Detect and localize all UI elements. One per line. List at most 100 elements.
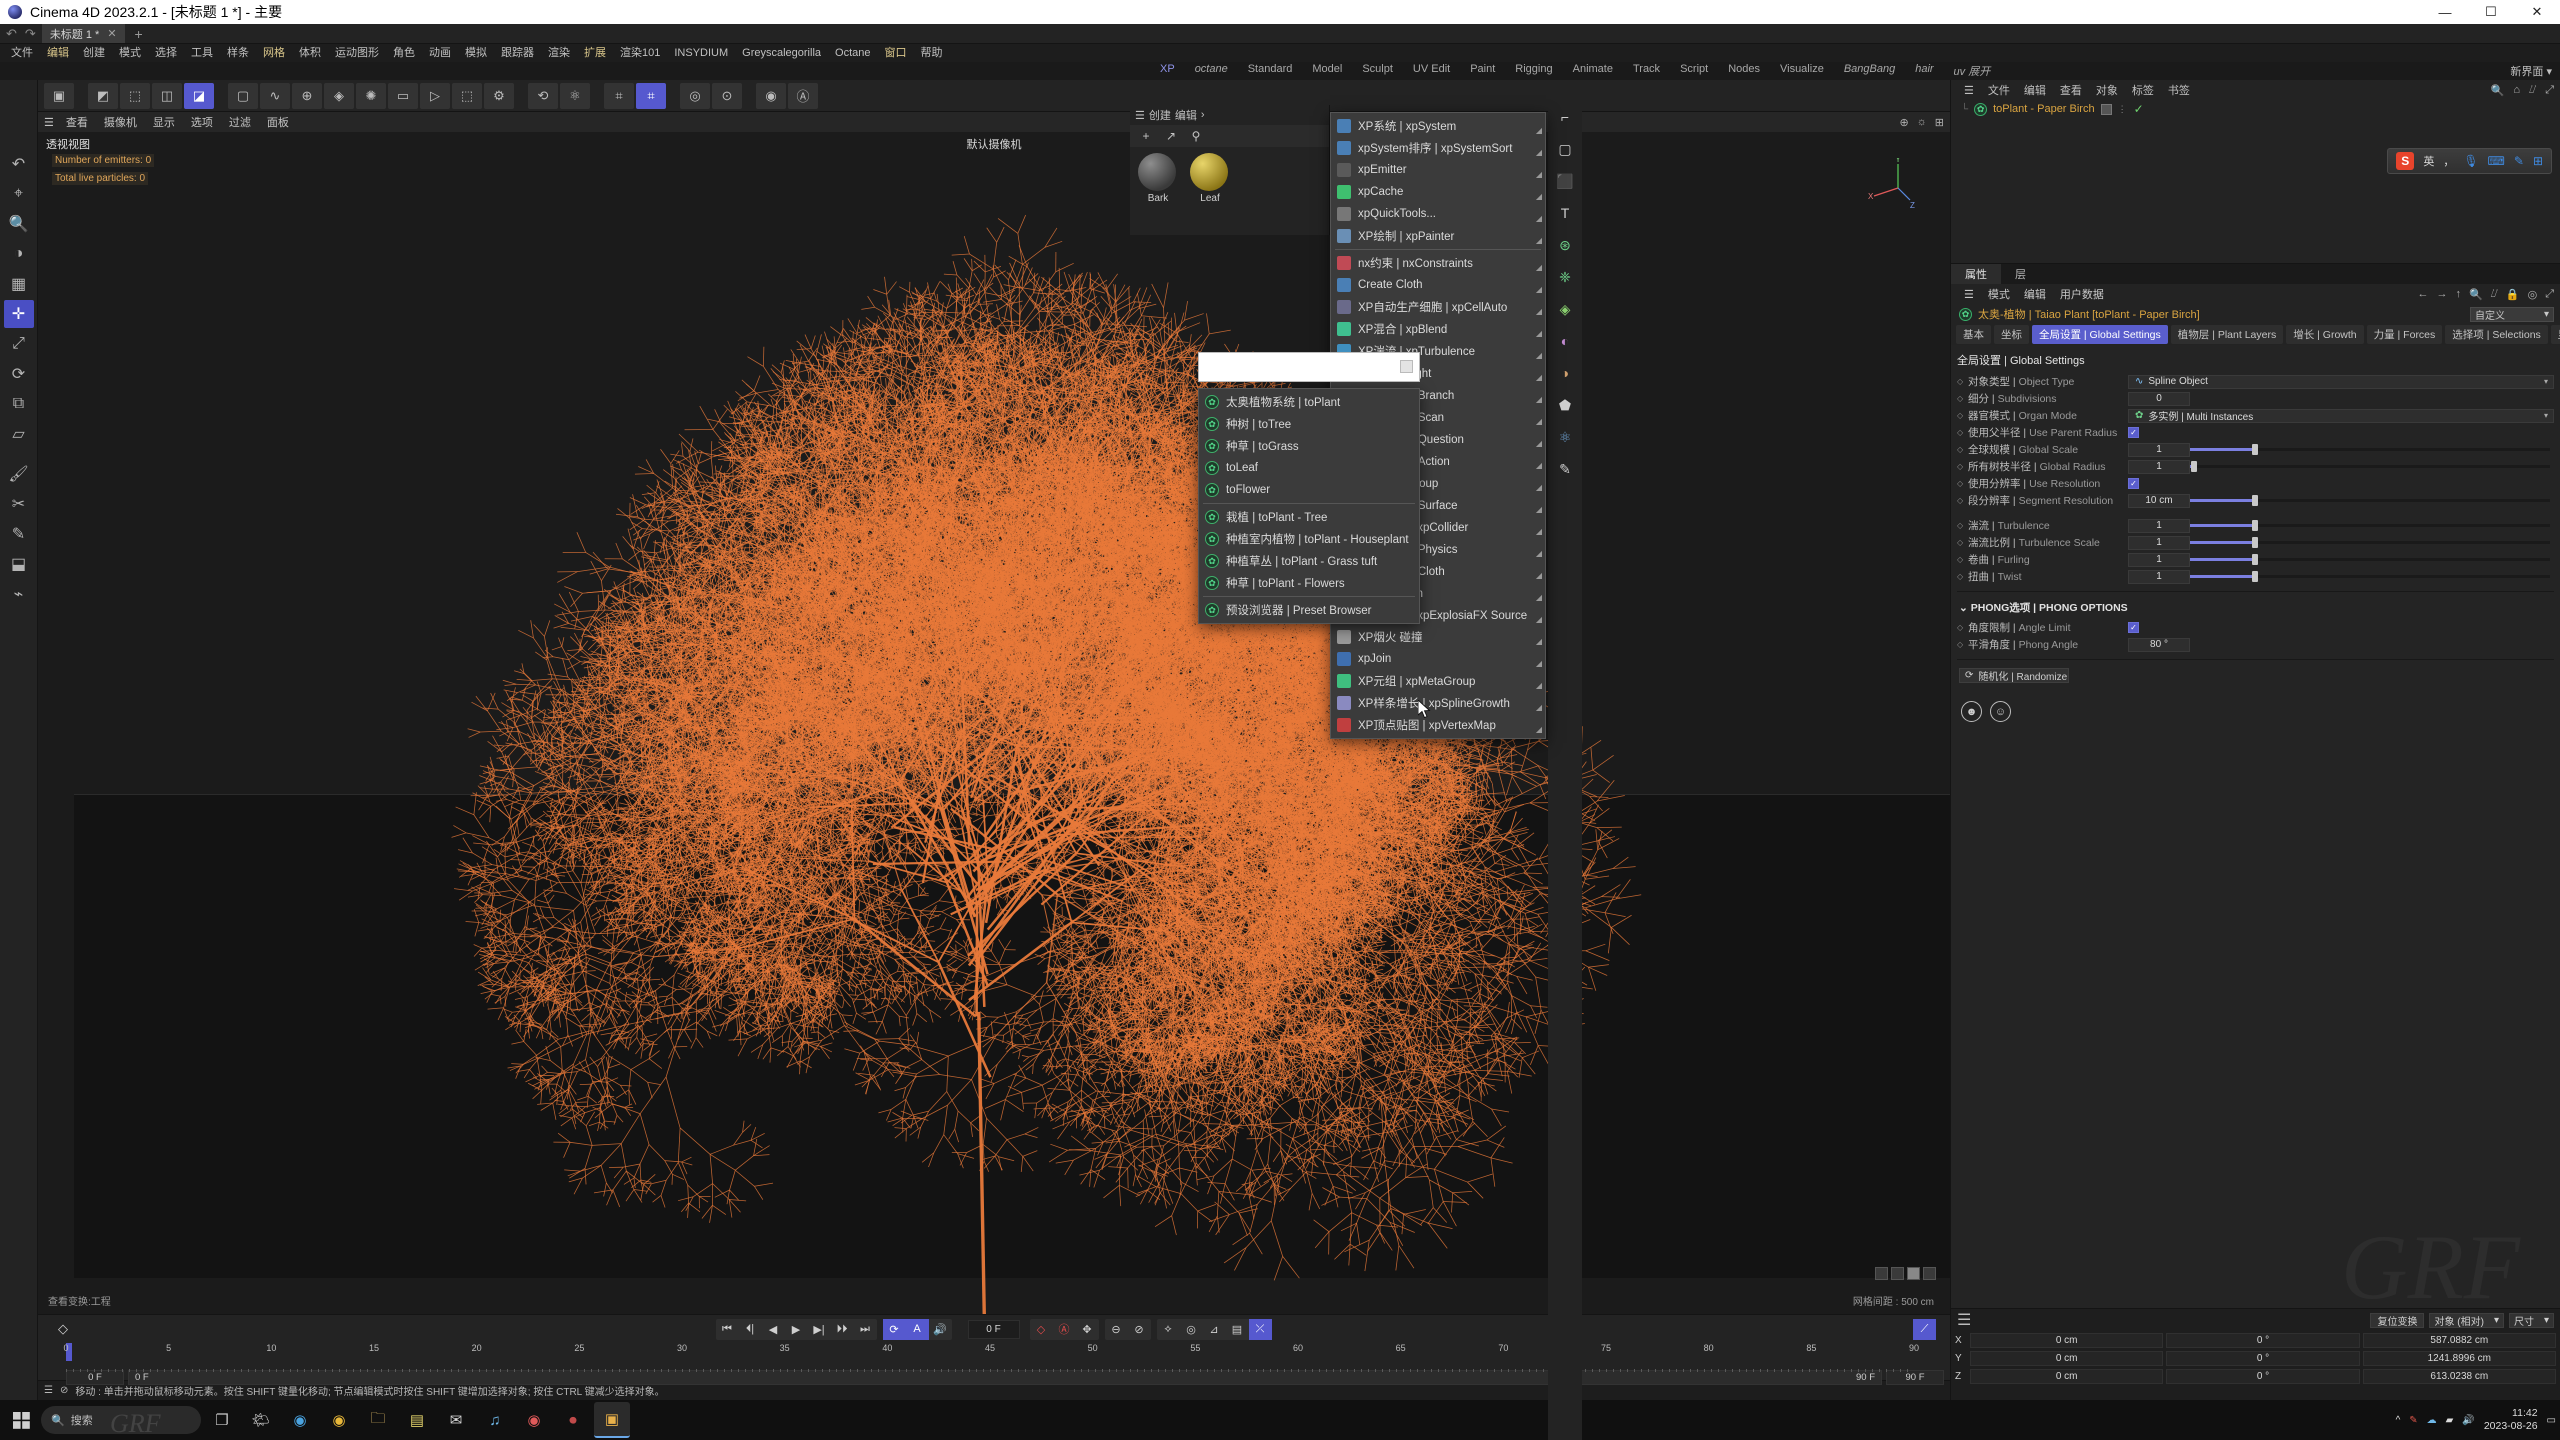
objmgr-hamburger-icon[interactable]: ☰	[1957, 84, 1981, 97]
coord-position-x[interactable]: 0 cm	[1970, 1333, 2163, 1348]
objmgr-menu-file[interactable]: 文件	[1981, 82, 2017, 98]
coord-rotation-z[interactable]: 0 °	[2166, 1369, 2359, 1384]
render-view-icon[interactable]: ▷	[420, 83, 450, 109]
viewport-menu-1[interactable]: 摄像机	[96, 114, 145, 130]
attr-menu-userdata[interactable]: 用户数据	[2053, 286, 2111, 302]
edge-mode-icon[interactable]: ◫	[152, 83, 182, 109]
grid-snap-icon[interactable]: ⌗	[604, 83, 634, 109]
chrome-browser-icon[interactable]: ◉	[321, 1402, 357, 1438]
popup-menu-item-4[interactable]: ✿ toFlower	[1199, 479, 1419, 501]
menu-item-7[interactable]: 网格	[256, 44, 292, 62]
menu-item-12[interactable]: 模拟	[458, 44, 494, 62]
menu-item-4[interactable]: 选择	[148, 44, 184, 62]
keyframe-diamond-icon[interactable]: ◇	[1957, 538, 1968, 547]
keyframe-diamond-icon[interactable]: ◇	[1957, 377, 1968, 386]
info-circle-icon[interactable]: ☺	[1990, 701, 2011, 722]
deformer-icon[interactable]: ◈	[324, 83, 354, 109]
submenu-search-button[interactable]	[1400, 360, 1413, 373]
ime-language-bar[interactable]: S 英 ， 🎙 ⌨ ✎ ⊞	[2387, 148, 2552, 174]
layout-tab-xp[interactable]: XP	[1150, 63, 1185, 79]
attr-tab-3[interactable]: 植物层 | Plant Layers	[2171, 325, 2283, 344]
object-visibility-dots[interactable]: ⋮	[2118, 104, 2128, 115]
attr-hamburger-icon[interactable]: ☰	[1957, 288, 1981, 301]
attr-slider[interactable]	[2190, 460, 2550, 474]
popup-menu-item-5[interactable]: XP绘制 | xpPainter ◢	[1331, 225, 1545, 247]
viewport-layout-icon[interactable]: ⊞	[1935, 116, 1944, 129]
snap-lock-icon[interactable]: ⌗	[636, 83, 666, 109]
submenu-search-field[interactable]	[1198, 352, 1420, 382]
keyframe-diamond-icon[interactable]: ◇	[1957, 428, 1968, 437]
maximize-button[interactable]: ☐	[2468, 0, 2514, 24]
coord-rotation-y[interactable]: 0 °	[2166, 1351, 2359, 1366]
menu-item-10[interactable]: 角色	[386, 44, 422, 62]
keyframe-diamond-icon[interactable]: ◇	[1957, 521, 1968, 530]
slider-knob[interactable]	[2252, 554, 2258, 565]
lock-icon[interactable]: 🔒	[2506, 288, 2520, 301]
viewport-menu-2[interactable]: 显示	[145, 114, 183, 130]
pla-key-icon[interactable]: ⊿	[1203, 1319, 1226, 1340]
select-mode-icon[interactable]: ◩	[88, 83, 118, 109]
viewport-menu-0[interactable]: 查看	[58, 114, 96, 130]
keyframe-selection-icon[interactable]: ✥	[1076, 1319, 1099, 1340]
filter-icon[interactable]: ⌰	[2491, 288, 2498, 301]
search-icon[interactable]: 🔍	[2491, 84, 2505, 97]
sogou-ime-logo-icon[interactable]: S	[2396, 152, 2414, 170]
attr-slider[interactable]	[2190, 570, 2550, 584]
menu-item-19[interactable]: Octane	[828, 44, 877, 62]
render-region-icon[interactable]: ⬚	[452, 83, 482, 109]
attr-tab-4[interactable]: 增长 | Growth	[2286, 325, 2363, 344]
media-app-icon[interactable]: ◉	[516, 1402, 552, 1438]
coord-size-x[interactable]: 587.0882 cm	[2363, 1333, 2556, 1348]
coord-position-z[interactable]: 0 cm	[1970, 1369, 2163, 1384]
attr-tab-7[interactable]: 显示 | Display	[2551, 325, 2560, 344]
polygon-mode-icon[interactable]: ◪	[184, 83, 214, 109]
taskbar-search-box[interactable]: 🔍 搜索	[41, 1406, 201, 1434]
layout-tab-script[interactable]: Script	[1670, 63, 1718, 79]
matmgr-menu-more[interactable]: ›	[1201, 109, 1205, 121]
up-arrow-icon[interactable]: ↑	[2455, 288, 2461, 301]
reset-transform-button[interactable]: 复位变换	[2370, 1313, 2424, 1328]
tray-volume-icon[interactable]: 🔊	[2462, 1415, 2474, 1426]
objmgr-menu-edit[interactable]: 编辑	[2017, 82, 2053, 98]
layout-tab-animate[interactable]: Animate	[1563, 63, 1623, 79]
attr-checkbox[interactable]: ✓	[2128, 427, 2139, 438]
layout-tab-hair[interactable]: hair	[1905, 63, 1943, 79]
keyframe-diamond-icon[interactable]: ◇	[1957, 394, 1968, 403]
layout-tab-nodes[interactable]: Nodes	[1718, 63, 1770, 79]
keyframe-diamond-icon[interactable]: ◇	[1957, 411, 1968, 420]
music-app-icon[interactable]: ♫	[477, 1402, 513, 1438]
attr-slider[interactable]	[2190, 519, 2550, 533]
keyframe-diamond-icon[interactable]: ◇	[1957, 572, 1968, 581]
nav-button-4[interactable]	[1923, 1267, 1936, 1280]
param-key-icon[interactable]: ◎	[1180, 1319, 1203, 1340]
scale-tool-icon[interactable]: ⤢	[4, 330, 34, 358]
slider-knob[interactable]	[2252, 571, 2258, 582]
popup-menu-item-9[interactable]: ✿ 种草 | toPlant - Flowers	[1199, 572, 1419, 594]
object-row[interactable]: └ ✿ toPlant - Paper Birch ⋮ ✓	[1951, 100, 2560, 118]
move-tool-icon[interactable]: ✛	[4, 300, 34, 328]
brush-tool-icon[interactable]: 🖌	[4, 460, 34, 488]
menu-item-6[interactable]: 样条	[220, 44, 256, 62]
popup-menu-item-2[interactable]: ✿ 种草 | toGrass	[1199, 435, 1419, 457]
layout-tab-bangbang[interactable]: BangBang	[1834, 63, 1905, 79]
position-key-icon[interactable]: ⊖	[1105, 1319, 1128, 1340]
dynamics-object-icon[interactable]: ⚛	[1552, 424, 1578, 450]
popup-menu-item-24[interactable]: XP烟火 碰撞 ◢	[1331, 626, 1545, 648]
prev-frame-icon[interactable]: ◀	[762, 1319, 785, 1340]
menu-item-0[interactable]: 文件	[4, 44, 40, 62]
widgets-weather-icon[interactable]: 🌤	[243, 1402, 279, 1438]
cinema4d-taskbar-icon[interactable]: ▣	[594, 1402, 630, 1438]
coord-hamburger-icon[interactable]: ☰	[1957, 1310, 1971, 1330]
popup-menu-item-8[interactable]: ✿ 种植草丛 | toPlant - Grass tuft	[1199, 550, 1419, 572]
object-tag-icon[interactable]	[2101, 104, 2112, 115]
rotate-tool-icon[interactable]: ⟳	[4, 360, 34, 388]
menu-item-15[interactable]: 扩展	[577, 44, 613, 62]
keyframe-diamond-icon[interactable]: ◇	[1957, 445, 1968, 454]
popup-menu-item-4[interactable]: xpQuickTools... ◢	[1331, 203, 1545, 225]
attr-slider[interactable]	[2190, 443, 2550, 457]
point-mode-icon[interactable]: ⬚	[120, 83, 150, 109]
visibility-icon[interactable]: ◉	[756, 83, 786, 109]
cube-primitive-icon[interactable]: ▢	[228, 83, 258, 109]
go-to-end-icon[interactable]: ⏭	[854, 1319, 877, 1340]
deformer-object-icon[interactable]: ◐	[1552, 328, 1578, 354]
